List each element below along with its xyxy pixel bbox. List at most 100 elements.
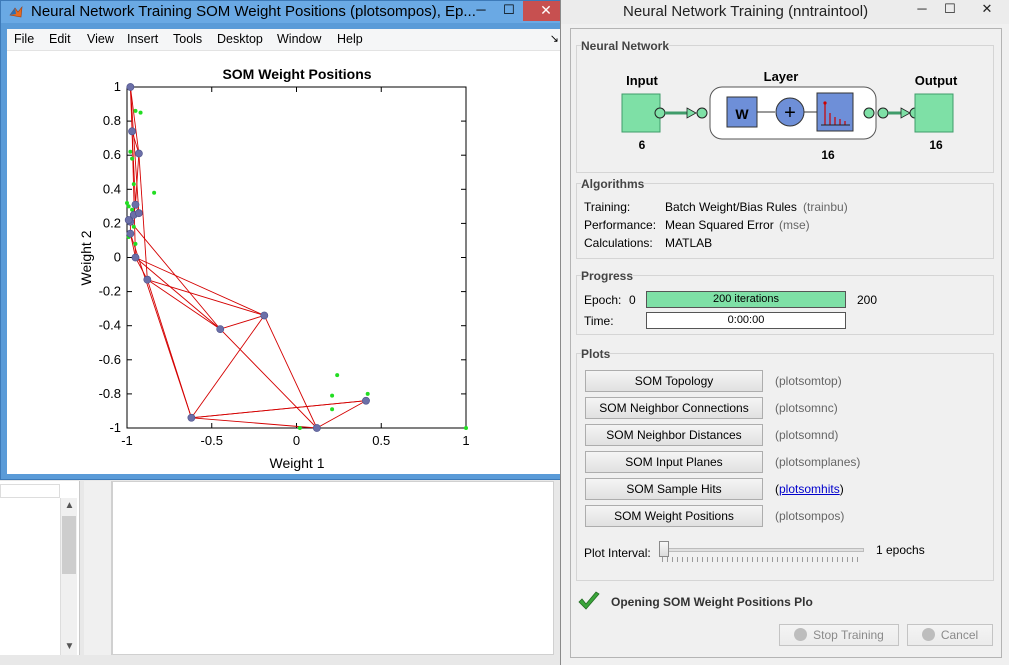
progress-group-label: Progress — [581, 269, 634, 283]
performance-code: (mse) — [779, 218, 810, 232]
dock-arrow-icon[interactable]: ↘ — [550, 32, 559, 45]
background-bottom-strip — [0, 655, 560, 665]
input-point — [133, 241, 138, 246]
input-point — [297, 426, 302, 430]
menu-edit[interactable]: Edit — [49, 32, 71, 46]
neuron-point — [187, 413, 196, 422]
nn-minimize-button[interactable]: ─ — [908, 0, 936, 20]
x-axis-label: Weight 1 — [270, 455, 325, 471]
plotsomhits-link[interactable]: plotsomhits — [779, 482, 840, 496]
y-tick-label: 0.4 — [103, 181, 121, 196]
epoch-progress-bar: 200 iterations — [646, 291, 846, 308]
algorithms-group-label: Algorithms — [581, 177, 645, 191]
y-tick-label: 0.2 — [103, 215, 121, 230]
background-divider-panel — [84, 481, 112, 665]
scroll-down-icon[interactable]: ▼ — [61, 639, 78, 655]
y-tick-label: -1 — [109, 420, 121, 435]
menu-insert[interactable]: Insert — [127, 32, 158, 46]
input-point — [126, 204, 131, 209]
paren-close: ) — [839, 482, 844, 496]
input-point — [131, 224, 136, 229]
training-value: Batch Weight/Bias Rules — [665, 200, 797, 214]
y-tick-label: -0.2 — [99, 284, 121, 299]
scroll-up-icon[interactable]: ▲ — [61, 498, 78, 514]
network-group-label: Neural Network — [581, 39, 670, 53]
nntraintool-window: Neural Network Training (nntraintool) ─ … — [560, 0, 1009, 665]
stop-training-label: Stop Training — [813, 628, 884, 642]
status-text: Opening SOM Weight Positions Plo — [611, 595, 813, 609]
som-neighbor-connections-code: (plotsomnc) — [775, 401, 838, 415]
nn-maximize-button[interactable]: ☐ — [936, 0, 964, 20]
y-tick-label: -0.4 — [99, 318, 121, 333]
background-scrollbar[interactable]: ▲ ▼ — [60, 498, 77, 655]
plot-interval-slider-thumb[interactable] — [659, 541, 669, 557]
stop-training-button[interactable]: Stop Training — [779, 624, 899, 646]
menu-help[interactable]: Help — [337, 32, 363, 46]
y-tick-label: 1 — [114, 79, 121, 94]
menu-window[interactable]: Window — [277, 32, 321, 46]
plot-interval-slider-ticks — [662, 557, 862, 562]
input-label: Input — [626, 73, 658, 88]
background-main-panel — [112, 481, 554, 655]
som-topology-code: (plotsomtop) — [775, 374, 842, 388]
nn-close-button[interactable]: ✕ — [964, 0, 1009, 20]
nntraintool-title: Neural Network Training (nntraintool) — [623, 3, 869, 20]
input-point — [133, 108, 138, 113]
nntraintool-title-bar[interactable]: Neural Network Training (nntraintool) ─ … — [561, 0, 1009, 24]
x-tick-label: 0.5 — [372, 433, 390, 448]
layer-size: 16 — [821, 148, 835, 162]
network-diagram: Input 6 Layer W + 16 Output 16 — [621, 69, 958, 162]
som-neighbor-distances-button[interactable]: SOM Neighbor Distances — [585, 424, 763, 446]
epoch-start: 0 — [629, 293, 636, 307]
arrow-icon — [686, 107, 697, 119]
background-text-field[interactable] — [0, 484, 60, 498]
weight-glyph: W — [735, 106, 749, 122]
input-point — [365, 391, 370, 396]
performance-value: Mean Squared Error — [665, 218, 774, 232]
som-neighbor-connections-button[interactable]: SOM Neighbor Connections — [585, 397, 763, 419]
input-point — [335, 373, 340, 378]
x-tick-label: -1 — [121, 433, 133, 448]
neuron-point — [260, 311, 269, 320]
neuron-point — [143, 275, 152, 284]
som-input-planes-button[interactable]: SOM Input Planes — [585, 451, 763, 473]
menu-desktop[interactable]: Desktop — [217, 32, 263, 46]
input-point — [125, 200, 129, 205]
input-point — [330, 407, 335, 412]
x-tick-label: 1 — [462, 433, 469, 448]
cancel-button[interactable]: Cancel — [907, 624, 993, 646]
plot-interval-value: 1 epochs — [876, 543, 925, 557]
plots-group-label: Plots — [581, 347, 611, 361]
input-point — [464, 426, 468, 430]
time-value: 0:00:00 — [727, 314, 765, 326]
plot-interval-slider-track[interactable] — [660, 548, 864, 552]
maximize-button[interactable]: ☐ — [495, 1, 523, 21]
output-size: 16 — [929, 138, 943, 152]
matlab-logo-icon — [9, 6, 23, 18]
input-block — [621, 93, 661, 133]
y-tick-label: 0.8 — [103, 113, 121, 128]
y-tick-label: 0.6 — [103, 147, 121, 162]
training-code: (trainbu) — [803, 200, 848, 214]
figure-title: Neural Network Training SOM Weight Posit… — [31, 3, 476, 20]
check-icon — [578, 591, 600, 610]
menu-tools[interactable]: Tools — [173, 32, 202, 46]
figure-title-bar[interactable]: Neural Network Training SOM Weight Posit… — [1, 1, 569, 23]
neuron-point — [216, 325, 225, 334]
scroll-thumb[interactable] — [62, 516, 76, 574]
minimize-button[interactable]: ─ — [467, 1, 495, 21]
cancel-label: Cancel — [940, 628, 979, 642]
menu-view[interactable]: View — [87, 32, 114, 46]
menu-file[interactable]: File — [14, 32, 34, 46]
time-value-box: 0:00:00 — [646, 312, 846, 329]
som-weight-positions-button[interactable]: SOM Weight Positions — [585, 505, 763, 527]
output-block — [914, 93, 954, 133]
time-label: Time: — [584, 314, 614, 328]
neuron-point — [131, 200, 140, 209]
input-connector-icon — [654, 107, 666, 119]
som-sample-hits-button[interactable]: SOM Sample Hits — [585, 478, 763, 500]
som-topology-button[interactable]: SOM Topology — [585, 370, 763, 392]
input-point — [128, 149, 133, 154]
nntraintool-body: Neural Network Input 6 Layer W + 16 Outp… — [570, 28, 1002, 658]
input-point — [131, 182, 136, 187]
